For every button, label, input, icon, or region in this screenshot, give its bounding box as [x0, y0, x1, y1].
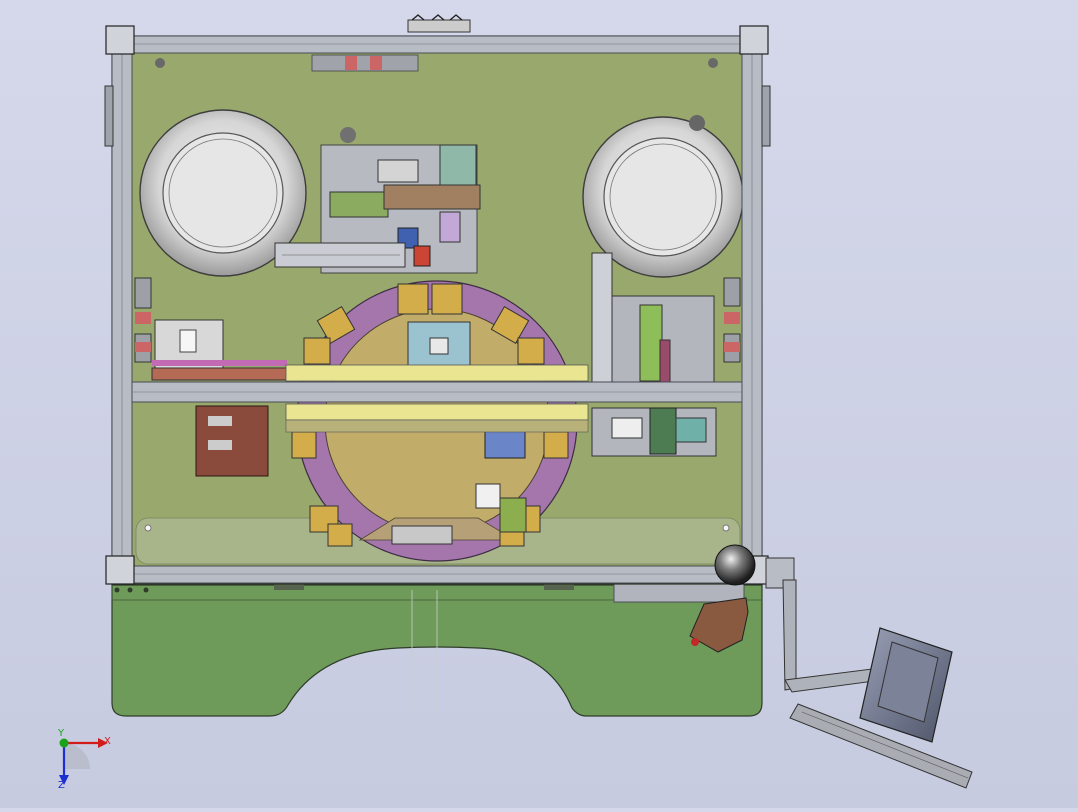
assembly-drawing[interactable]: X Y Z: [0, 0, 1078, 808]
axis-triad: X Y Z: [57, 728, 111, 791]
base-plate: [111, 583, 763, 717]
axis-z-label: Z: [58, 780, 65, 791]
axis-y-label: Y: [57, 728, 65, 739]
axis-x-label: X: [104, 736, 111, 747]
cad-viewport[interactable]: X Y Z: [0, 0, 1078, 808]
